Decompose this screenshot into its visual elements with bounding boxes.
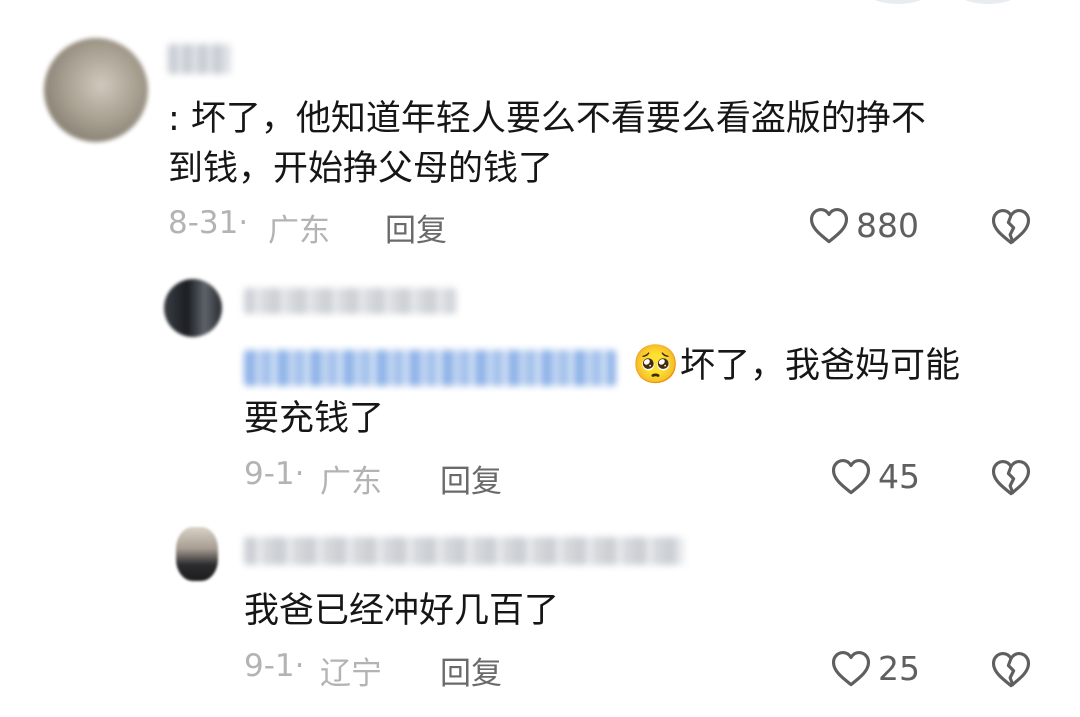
comment-date: 8-31· xyxy=(168,205,249,241)
reply-date: 9-1· xyxy=(244,648,305,684)
username-blurred[interactable] xyxy=(244,537,684,565)
broken-heart-outline-icon xyxy=(991,460,1031,496)
heart-outline-icon xyxy=(831,459,871,495)
like-button[interactable]: 25 xyxy=(830,648,920,688)
top-edge-fragment xyxy=(868,0,928,4)
comment-text-line: : 坏了，他知道年轻人要么不看要么看盗版的挣不 xyxy=(168,99,926,139)
reply-date: 9-1· xyxy=(244,456,305,492)
comment-text-line: 到钱，开始挣父母的钱了 xyxy=(168,149,554,189)
dislike-button[interactable] xyxy=(990,649,1032,689)
like-count: 880 xyxy=(856,205,919,245)
like-count: 25 xyxy=(878,648,920,688)
reply-button[interactable]: 回复 xyxy=(440,648,502,693)
reply-text-line: 坏了，我爸妈可能 xyxy=(680,346,961,386)
dislike-button[interactable] xyxy=(990,206,1032,246)
avatar[interactable] xyxy=(164,279,222,337)
reply-button[interactable]: 回复 xyxy=(385,205,447,250)
like-button[interactable]: 880 xyxy=(808,205,919,245)
dislike-button[interactable] xyxy=(990,457,1032,497)
reply-button[interactable]: 回复 xyxy=(440,456,502,501)
username-blurred[interactable] xyxy=(244,288,456,314)
heart-outline-icon xyxy=(809,208,849,244)
broken-heart-outline-icon xyxy=(991,209,1031,245)
reply-text-line: 我爸已经冲好几百了 xyxy=(244,591,560,631)
reply-location: 广东 xyxy=(320,464,382,500)
comment-location: 广东 xyxy=(268,213,330,249)
like-button[interactable]: 45 xyxy=(830,456,920,496)
avatar[interactable] xyxy=(176,527,218,581)
username-blurred[interactable] xyxy=(168,44,230,74)
pleading-face-emoji: 🥺 xyxy=(632,342,680,386)
broken-heart-outline-icon xyxy=(991,652,1031,688)
reply-location: 辽宁 xyxy=(320,656,382,692)
like-count: 45 xyxy=(878,456,920,496)
mention-blurred[interactable] xyxy=(244,350,616,386)
avatar[interactable] xyxy=(44,38,148,142)
heart-outline-icon xyxy=(831,651,871,687)
reply-text-line: 要充钱了 xyxy=(244,399,385,439)
top-edge-fragment xyxy=(958,0,1018,4)
